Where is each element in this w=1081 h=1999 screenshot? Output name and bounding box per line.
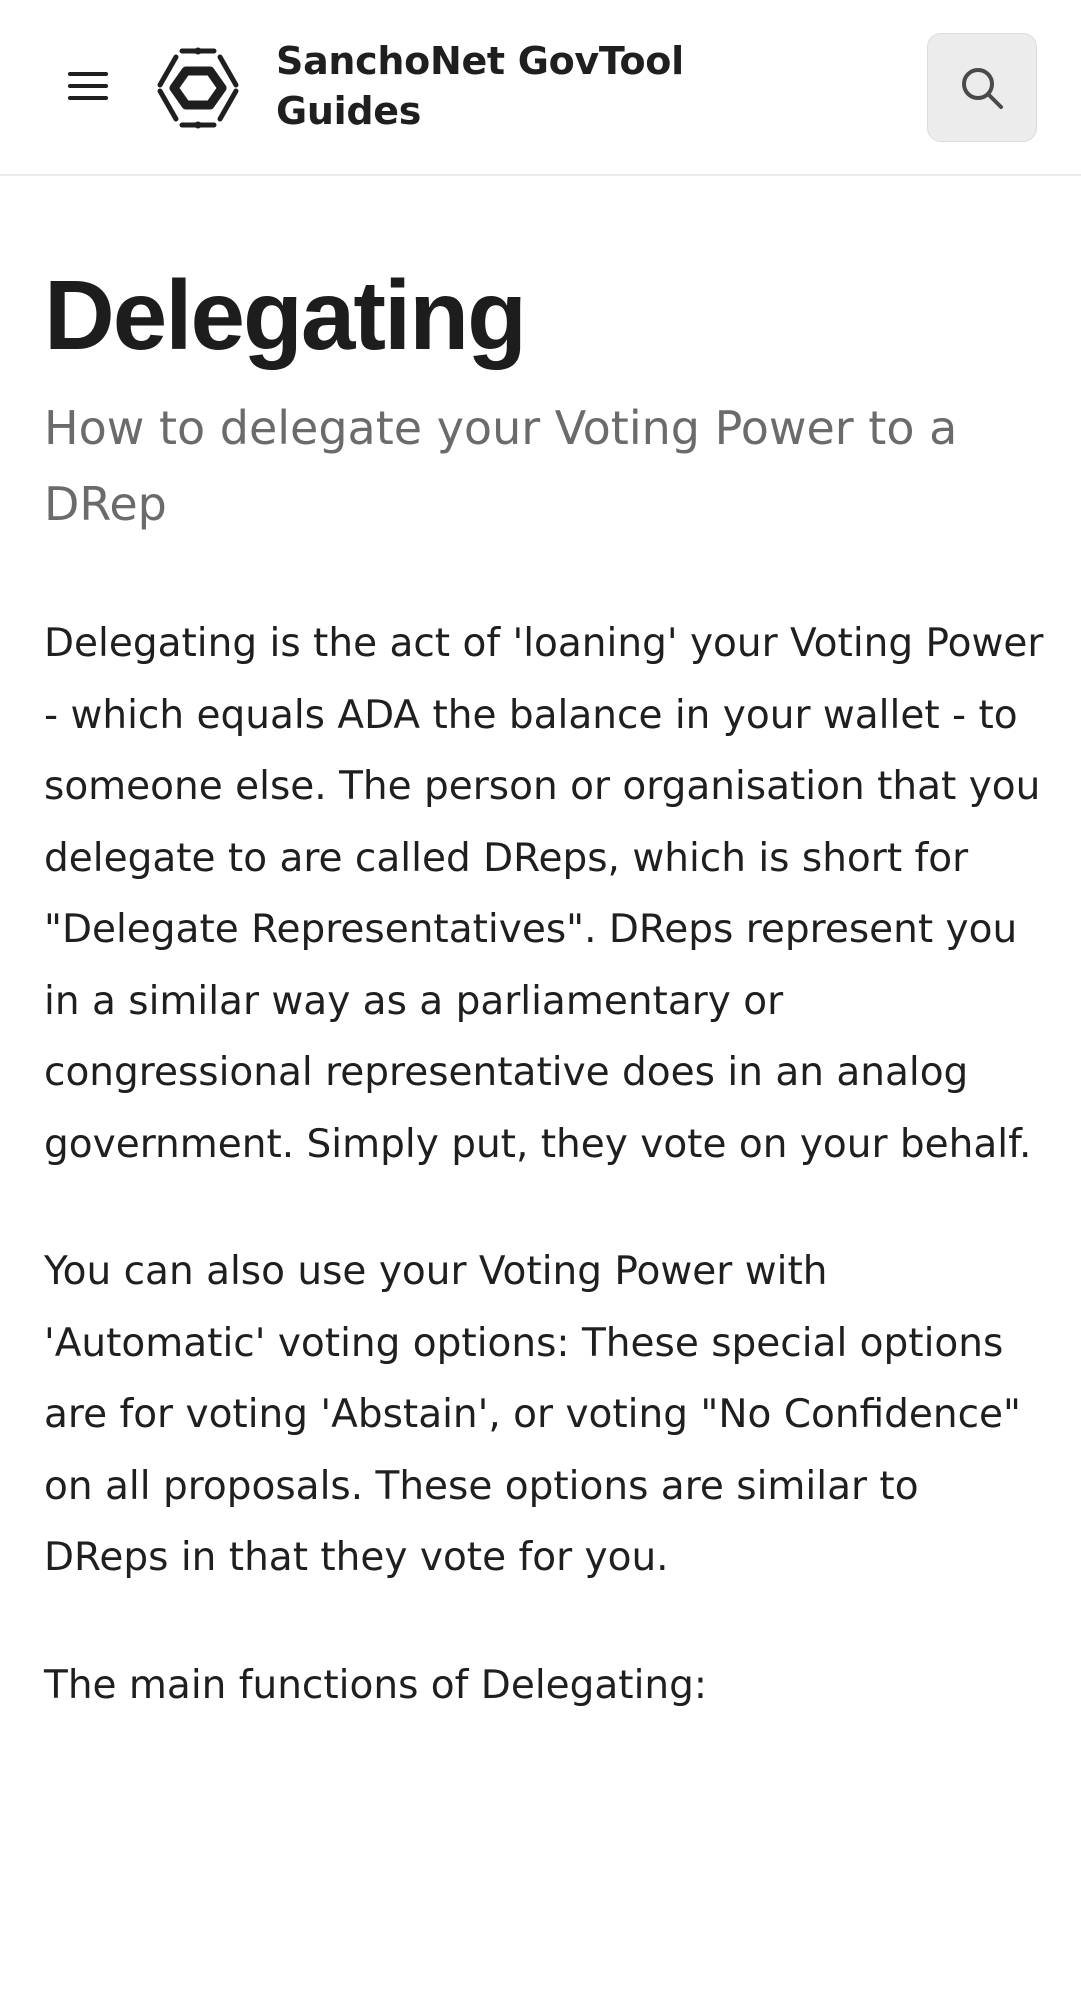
top-header: SanchoNet GovTool Guides [0, 0, 1081, 176]
hamburger-menu-icon[interactable] [58, 56, 118, 116]
site-title-line-2: Guides [276, 89, 422, 133]
paragraph-delegating-definition: Delegating is the act of 'loaning' your … [44, 621, 1044, 1167]
paragraph-automatic-voting-options: You can also use your Voting Power with … [44, 1249, 1021, 1580]
site-title-line-1: SanchoNet GovTool [276, 39, 684, 83]
site-title[interactable]: SanchoNet GovTool Guides [276, 36, 756, 136]
search-button[interactable] [927, 33, 1037, 142]
hexagon-logo-icon[interactable] [152, 45, 244, 129]
search-icon [962, 67, 1003, 109]
main-content: Delegating How to delegate your Voting P… [44, 176, 1044, 1721]
page-subtitle: How to delegate your Voting Power to a D… [44, 401, 958, 531]
hamburger-menu-icon-graphic [68, 72, 108, 100]
page-title: Delegating [44, 260, 527, 370]
paragraph-main-functions-intro: The main functions of Delegating: [44, 1662, 708, 1708]
hexagon-logo-graphic [157, 47, 239, 129]
